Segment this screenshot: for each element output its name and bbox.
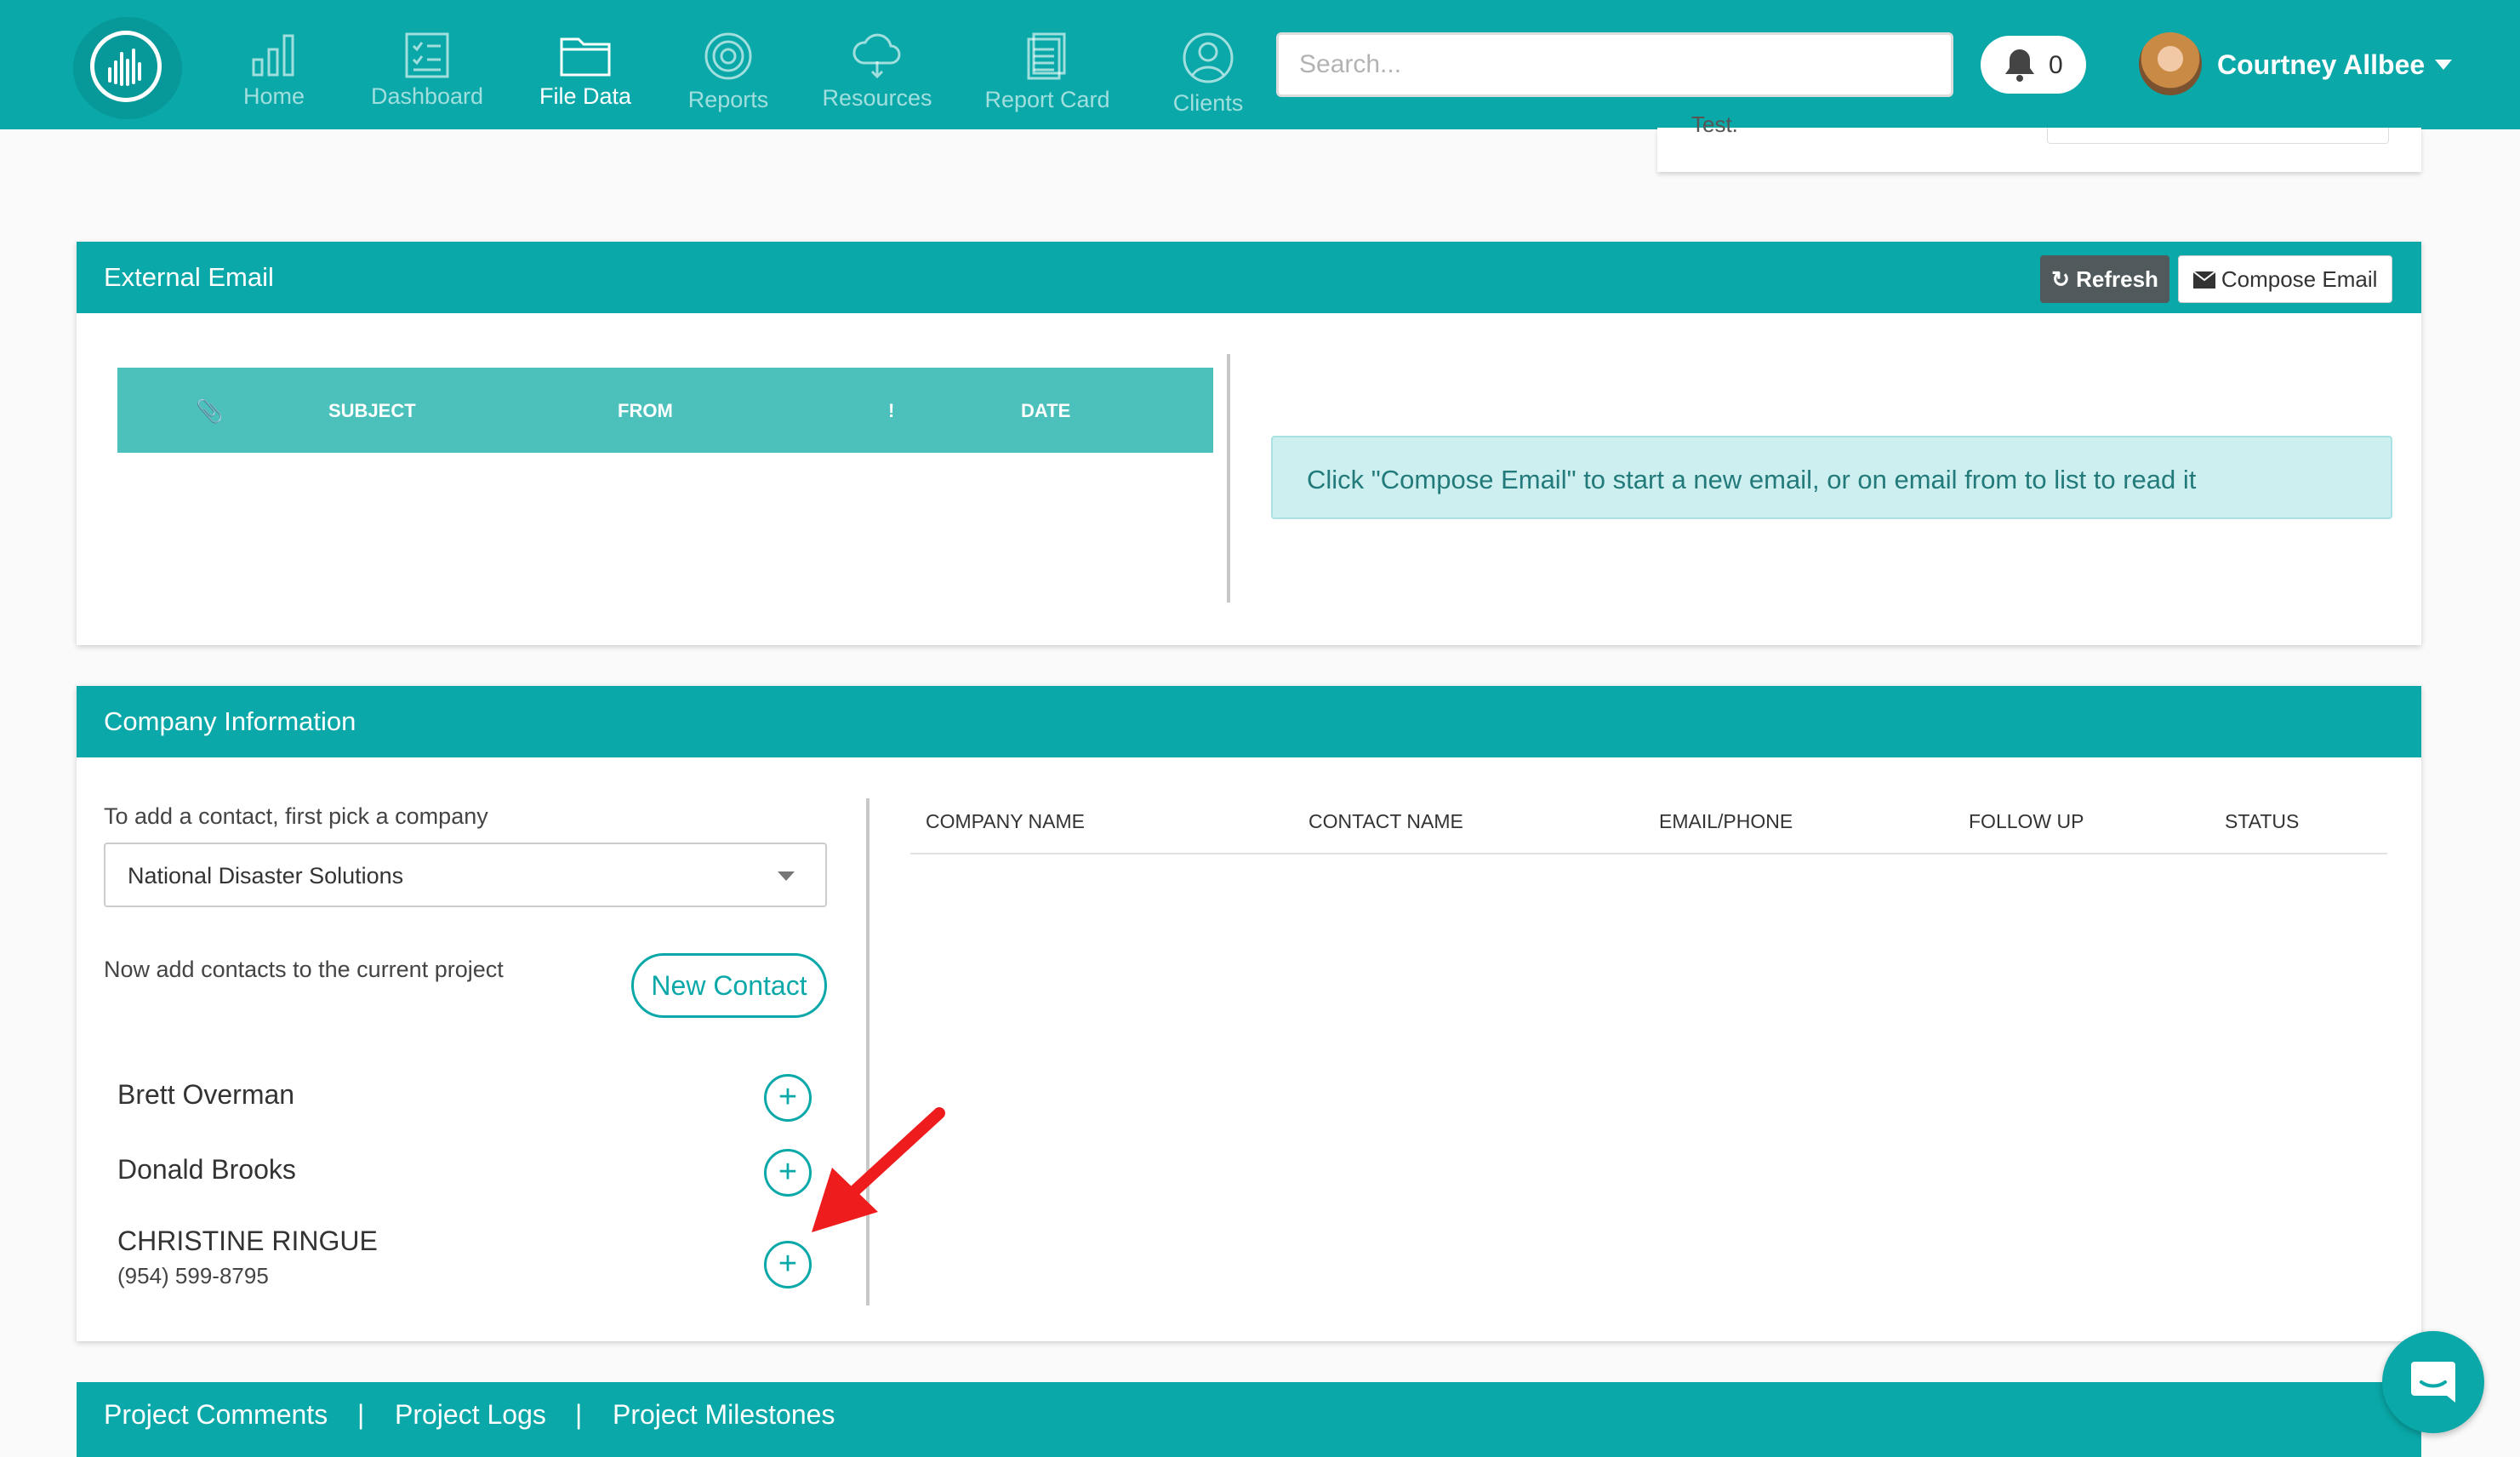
tab-project-logs[interactable]: Project Logs: [395, 1399, 546, 1431]
new-contact-button[interactable]: New Contact: [631, 953, 827, 1018]
top-navigation-bar: Home Dashboard File Data Reports Resourc…: [0, 0, 2520, 129]
compose-email-label: Compose Email: [2221, 266, 2378, 292]
list-item: Donald Brooks +: [117, 1146, 832, 1197]
refresh-label: Refresh: [2076, 266, 2158, 292]
document-icon: [1027, 32, 1066, 80]
paperclip-icon[interactable]: 📎: [196, 398, 223, 425]
field-label-fragment: Test.: [1691, 116, 1738, 133]
checklist-icon: [405, 32, 449, 78]
annotation-arrow-icon: [812, 1107, 945, 1232]
chevron-down-icon: [778, 871, 795, 881]
previous-card-fragment: Test.: [1657, 116, 2421, 172]
folder-icon: [560, 37, 611, 77]
notifications-button[interactable]: 0: [1981, 36, 2086, 94]
selected-company: National Disaster Solutions: [128, 863, 404, 888]
nav-report-card[interactable]: Report Card: [971, 24, 1124, 123]
external-email-card: External Email ↻ Refresh Compose Email 📎…: [77, 242, 2421, 645]
column-email-phone[interactable]: EMAIL/PHONE: [1659, 810, 1793, 833]
target-icon: [704, 32, 752, 80]
bar-chart-icon: [252, 34, 294, 77]
user-menu-caret-icon[interactable]: [2435, 60, 2452, 70]
logo-mark-icon: [90, 31, 162, 102]
email-table-header: 📎 SUBJECT FROM ! DATE: [117, 368, 1213, 453]
column-company-name[interactable]: COMPANY NAME: [926, 810, 1085, 833]
app-logo[interactable]: [73, 17, 182, 119]
email-divider: [1227, 354, 1230, 603]
chat-launcher-button[interactable]: [2382, 1331, 2484, 1433]
field-input-fragment[interactable]: [2047, 128, 2389, 144]
column-status[interactable]: STATUS: [2225, 810, 2299, 833]
user-name[interactable]: Courtney Allbee: [2217, 49, 2425, 81]
nav-label: File Data: [539, 83, 632, 109]
nav-reports[interactable]: Reports: [652, 24, 805, 123]
nav-file-data[interactable]: File Data: [509, 24, 662, 123]
tab-separator: |: [575, 1399, 583, 1430]
info-message-text: Click "Compose Email" to start a new ema…: [1307, 465, 2197, 494]
pick-company-label: To add a contact, first pick a company: [104, 803, 488, 829]
column-date[interactable]: DATE: [1021, 400, 1070, 422]
nav-dashboard[interactable]: Dashboard: [351, 24, 504, 123]
notification-count: 0: [2049, 51, 2063, 79]
list-item: Brett Overman +: [117, 1071, 832, 1122]
nav-label: Reports: [687, 87, 769, 112]
compose-info-message: Click "Compose Email" to start a new ema…: [1271, 436, 2392, 519]
contact-name: Brett Overman: [117, 1079, 295, 1110]
nav-label: Dashboard: [370, 83, 484, 109]
tab-project-milestones[interactable]: Project Milestones: [613, 1399, 835, 1431]
search-input[interactable]: [1276, 32, 1953, 97]
bell-icon: [2005, 49, 2034, 82]
company-select[interactable]: National Disaster Solutions: [104, 843, 827, 907]
cloud-icon: [852, 33, 901, 79]
nav-label: Resources: [822, 85, 932, 111]
column-follow-up[interactable]: FOLLOW UP: [1969, 810, 2084, 833]
add-contacts-label: Now add contacts to the current project: [104, 957, 504, 982]
contact-name: CHRISTINE RINGUE: [117, 1226, 378, 1256]
nav-resources[interactable]: Resources: [801, 24, 954, 123]
user-circle-icon: [1183, 32, 1234, 83]
nav-clients[interactable]: Clients: [1132, 24, 1285, 123]
chat-icon: [2411, 1362, 2455, 1403]
card-title: Company Information: [104, 706, 356, 736]
contacts-table-header: COMPANY NAME CONTACT NAME EMAIL/PHONE FO…: [910, 802, 2387, 854]
refresh-icon: ↻: [2051, 266, 2070, 292]
nav-label: Clients: [1172, 90, 1244, 116]
nav-label: Report Card: [984, 87, 1110, 112]
compose-email-button[interactable]: Compose Email: [2178, 255, 2392, 303]
column-contact-name[interactable]: CONTACT NAME: [1308, 810, 1463, 833]
tab-separator: |: [357, 1399, 365, 1430]
column-subject[interactable]: SUBJECT: [328, 400, 416, 422]
contact-phone: (954) 599-8795: [117, 1263, 269, 1288]
external-email-header: External Email ↻ Refresh Compose Email: [77, 242, 2421, 313]
card-title: External Email: [104, 262, 274, 292]
column-priority[interactable]: !: [888, 400, 894, 422]
tab-project-comments[interactable]: Project Comments: [104, 1399, 328, 1431]
list-item: CHRISTINE RINGUE (954) 599-8795 +: [117, 1220, 832, 1297]
envelope-icon: [2192, 270, 2216, 289]
column-from[interactable]: FROM: [618, 400, 673, 422]
company-information-header: Company Information: [77, 686, 2421, 757]
company-information-card: Company Information To add a contact, fi…: [77, 686, 2421, 1341]
avatar[interactable]: [2139, 32, 2202, 95]
nav-label: Home: [242, 83, 305, 109]
nav-home[interactable]: Home: [197, 24, 351, 123]
refresh-button[interactable]: ↻ Refresh: [2040, 255, 2169, 303]
contact-name: Donald Brooks: [117, 1154, 296, 1185]
